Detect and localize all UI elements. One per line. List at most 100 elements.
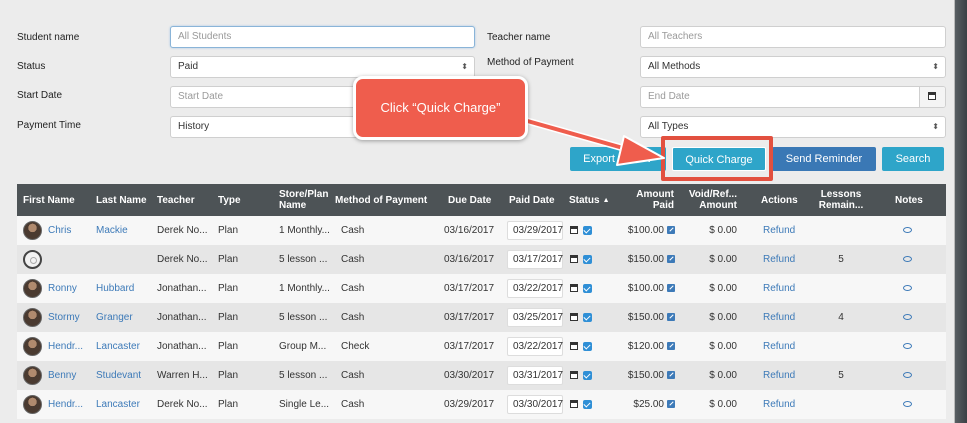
col-first-name[interactable]: First Name — [23, 184, 75, 216]
student-avatar[interactable] — [23, 308, 42, 327]
last-name-cell[interactable]: Mackie — [96, 216, 152, 245]
first-name-cell[interactable] — [48, 245, 92, 274]
calendar-icon[interactable] — [570, 342, 578, 351]
last-name-cell[interactable]: Hubbard — [96, 274, 152, 303]
search-button[interactable]: Search — [882, 147, 944, 171]
edit-amount-cell[interactable] — [665, 332, 677, 361]
notes-cell[interactable] — [893, 274, 921, 303]
edit-amount-cell[interactable] — [665, 303, 677, 332]
edit-amount-cell[interactable] — [665, 245, 677, 274]
first-name-cell[interactable]: Stormy — [48, 303, 92, 332]
col-actions[interactable]: Actions — [761, 184, 798, 216]
checkbox-checked-icon[interactable] — [583, 370, 592, 380]
refund-link[interactable]: Refund — [763, 216, 803, 245]
refund-link[interactable]: Refund — [763, 303, 803, 332]
instruction-callout: Click “Quick Charge” — [353, 76, 528, 140]
checkbox-checked-icon[interactable] — [583, 312, 592, 322]
last-name-cell[interactable]: Lancaster — [96, 332, 152, 361]
edit-amount-cell[interactable] — [665, 390, 677, 419]
col-notes[interactable]: Notes — [895, 184, 923, 216]
col-void-refund[interactable]: Void/Ref... Amount — [682, 184, 737, 216]
first-name-cell[interactable]: Benny — [48, 361, 92, 390]
notes-cell[interactable] — [893, 332, 921, 361]
comment-icon[interactable] — [902, 343, 912, 350]
col-teacher[interactable]: Teacher — [157, 184, 195, 216]
first-name-cell[interactable]: Chris — [48, 216, 92, 245]
refund-link[interactable]: Refund — [763, 245, 803, 274]
calendar-button[interactable] — [919, 87, 945, 107]
last-name-cell[interactable] — [96, 245, 152, 274]
notes-cell[interactable] — [893, 245, 921, 274]
notes-cell[interactable] — [893, 361, 921, 390]
comment-icon[interactable] — [902, 227, 912, 234]
type-select[interactable]: All Types ⬍ — [640, 116, 946, 138]
col-method[interactable]: Method of Payment — [335, 184, 427, 216]
calendar-icon[interactable] — [570, 371, 578, 380]
edit-amount-cell[interactable] — [665, 361, 677, 390]
col-due-date[interactable]: Due Date — [448, 184, 491, 216]
edit-amount-cell[interactable] — [665, 216, 677, 245]
first-name-cell[interactable]: Ronny — [48, 274, 92, 303]
plan-cell: 5 lesson ... — [279, 312, 328, 323]
edit-icon[interactable] — [667, 255, 675, 264]
comment-icon[interactable] — [902, 314, 912, 321]
method-of-payment-select[interactable]: All Methods ⬍ — [640, 56, 946, 78]
calendar-icon[interactable] — [570, 313, 578, 322]
status-select[interactable]: Paid ⬍ — [170, 56, 475, 78]
end-date-input[interactable]: End Date — [640, 86, 946, 108]
student-name-input[interactable]: All Students — [170, 26, 475, 48]
void-refund-cell: $ 0.00 — [709, 370, 737, 381]
edit-icon[interactable] — [667, 313, 675, 322]
comment-icon[interactable] — [902, 401, 912, 408]
refund-link[interactable]: Refund — [763, 274, 803, 303]
amount-paid-cell: $100.00 — [627, 225, 664, 236]
student-avatar[interactable] — [23, 395, 42, 414]
send-reminder-button[interactable]: Send Reminder — [772, 147, 876, 171]
col-paid-date[interactable]: Paid Date — [509, 184, 555, 216]
notes-cell[interactable] — [893, 303, 921, 332]
edit-icon[interactable] — [667, 371, 675, 380]
checkbox-checked-icon[interactable] — [583, 399, 592, 409]
col-lessons-remaining[interactable]: Lessons Remain... — [811, 184, 871, 216]
export-csv-button[interactable]: Export to CSV — [570, 147, 666, 171]
last-name-cell[interactable]: Granger — [96, 303, 152, 332]
calendar-icon[interactable] — [570, 226, 578, 235]
checkbox-checked-icon[interactable] — [583, 225, 592, 235]
student-avatar[interactable] — [23, 221, 42, 240]
first-name-cell[interactable]: Hendr... — [48, 390, 92, 419]
refund-link[interactable]: Refund — [763, 361, 803, 390]
col-type[interactable]: Type — [218, 184, 241, 216]
comment-icon[interactable] — [902, 372, 912, 379]
last-name-cell[interactable]: Studevant — [96, 361, 152, 390]
last-name-cell[interactable]: Lancaster — [96, 390, 152, 419]
col-amount-paid[interactable]: Amount Paid — [617, 184, 674, 216]
edit-amount-cell[interactable] — [665, 274, 677, 303]
checkbox-checked-icon[interactable] — [583, 283, 592, 293]
notes-cell[interactable] — [893, 390, 921, 419]
col-store-plan[interactable]: Store/Plan Name — [279, 184, 339, 216]
calendar-icon[interactable] — [570, 284, 578, 293]
col-last-name[interactable]: Last Name — [96, 184, 147, 216]
refund-link[interactable]: Refund — [763, 390, 803, 419]
student-avatar[interactable] — [23, 279, 42, 298]
amount-paid-cell: $100.00 — [627, 283, 664, 294]
col-status[interactable]: Status ▲ — [569, 184, 610, 216]
student-avatar[interactable] — [23, 337, 42, 356]
edit-icon[interactable] — [667, 400, 675, 409]
notes-cell[interactable] — [893, 216, 921, 245]
checkbox-checked-icon[interactable] — [583, 254, 592, 264]
comment-icon[interactable] — [902, 285, 912, 292]
checkbox-checked-icon[interactable] — [583, 341, 592, 351]
edit-icon[interactable] — [667, 284, 675, 293]
edit-icon[interactable] — [667, 342, 675, 351]
teacher-name-input[interactable]: All Teachers — [640, 26, 946, 48]
refund-link[interactable]: Refund — [763, 332, 803, 361]
first-name-cell[interactable]: Hendr... — [48, 332, 92, 361]
calendar-icon[interactable] — [570, 400, 578, 409]
payments-table: First Name Last Name Teacher Type Store/… — [17, 184, 946, 419]
calendar-icon[interactable] — [570, 255, 578, 264]
edit-icon[interactable] — [667, 226, 675, 235]
comment-icon[interactable] — [902, 256, 912, 263]
student-avatar[interactable] — [23, 366, 42, 385]
student-avatar[interactable] — [23, 250, 42, 269]
